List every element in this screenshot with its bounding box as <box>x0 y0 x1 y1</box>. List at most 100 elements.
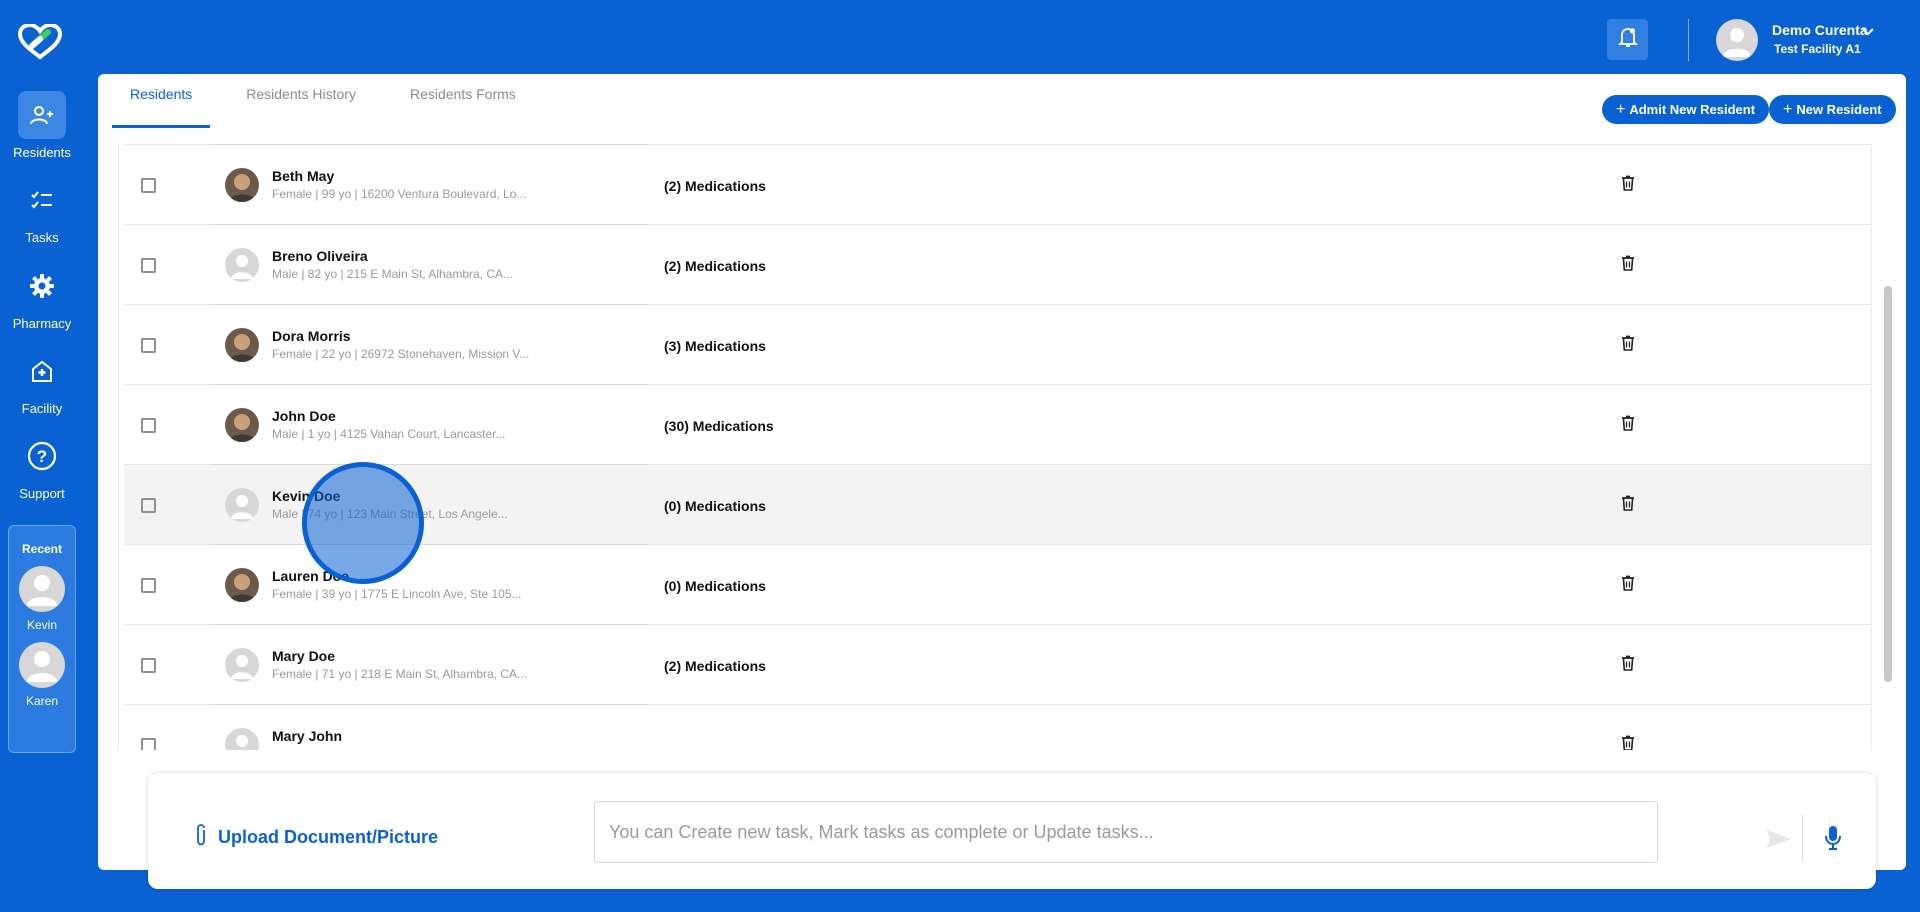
row-checkbox[interactable] <box>141 178 156 193</box>
upload-label: Upload Document/Picture <box>218 827 439 847</box>
recent-person-name: Kevin <box>26 618 58 632</box>
residents-icon <box>18 91 66 139</box>
chat-divider <box>1802 815 1803 861</box>
resident-avatar <box>225 328 259 362</box>
resident-name[interactable]: Kevin Doe <box>272 488 340 504</box>
scrollbar[interactable] <box>1884 286 1892 682</box>
table-row[interactable]: Mary Doe Female | 71 yo | 218 E Main St, … <box>124 624 1871 705</box>
resident-details: Female | 22 yo | 26972 Stonehaven, Missi… <box>272 347 530 361</box>
nav-label: Facility <box>21 401 63 416</box>
recent-person-karen[interactable]: Karen <box>9 642 75 708</box>
trash-icon[interactable] <box>1621 335 1639 355</box>
upload-button[interactable]: Upload Document/Picture <box>194 823 438 852</box>
nav-item-pharmacy[interactable]: Pharmacy <box>0 262 84 331</box>
button-label: New Resident <box>1796 102 1882 117</box>
nav-item-residents[interactable]: Residents <box>0 91 84 160</box>
plus-icon: + <box>1783 100 1793 118</box>
nav-item-facility[interactable]: Facility <box>0 347 84 416</box>
trash-icon[interactable] <box>1621 655 1639 675</box>
resident-details: Male | 82 yo | 215 E Main St, Alhambra, … <box>272 267 514 281</box>
nav-label: Pharmacy <box>12 316 72 331</box>
new-resident-button[interactable]: + New Resident <box>1769 95 1896 124</box>
medications-count[interactable]: (3) Medications <box>664 338 766 354</box>
tab-residents[interactable]: Residents <box>112 74 211 132</box>
tasks-icon <box>18 176 66 224</box>
residents-table: Beth May Female | 99 yo | 16200 Ventura B… <box>118 144 1872 750</box>
chat-bar: Upload Document/Picture <box>148 773 1876 889</box>
recent-person-kevin[interactable]: Kevin <box>9 566 75 632</box>
chevron-down-icon[interactable] <box>1862 24 1874 42</box>
user-name[interactable]: Demo Curenta <box>1772 22 1868 38</box>
side-nav: Residents Tasks Pharmacy Facility ? Supp… <box>0 0 84 912</box>
resident-details: Female | 99 yo | 16200 Ventura Boulevard… <box>272 187 527 201</box>
row-checkbox[interactable] <box>141 658 156 673</box>
column-divider <box>210 544 648 545</box>
column-divider <box>210 704 648 705</box>
table-row[interactable]: Lauren Doe Female | 39 yo | 1775 E Lincol… <box>124 544 1871 625</box>
resident-avatar <box>225 728 259 750</box>
table-row[interactable]: Mary John <box>124 704 1871 750</box>
facility-icon <box>18 347 66 395</box>
medications-count[interactable]: (0) Medications <box>664 498 766 514</box>
column-divider <box>210 224 648 225</box>
row-checkbox[interactable] <box>141 258 156 273</box>
tab-bar: Residents Residents History Residents Fo… <box>112 74 552 132</box>
trash-icon[interactable] <box>1621 175 1639 195</box>
chat-input[interactable] <box>594 801 1658 863</box>
resident-name[interactable]: Breno Oliveira <box>272 248 368 264</box>
medications-count[interactable]: (30) Medications <box>664 418 774 434</box>
resident-avatar <box>225 248 259 282</box>
header-divider <box>1688 19 1689 61</box>
column-divider <box>210 624 648 625</box>
avatar <box>19 566 65 612</box>
resident-name[interactable]: Mary Doe <box>272 648 335 664</box>
table-row[interactable]: Beth May Female | 99 yo | 16200 Ventura B… <box>124 144 1871 225</box>
medications-count[interactable]: (2) Medications <box>664 258 766 274</box>
row-checkbox[interactable] <box>141 498 156 513</box>
help-icon: ? <box>18 432 66 480</box>
table-row[interactable]: Kevin Doe Male | 74 yo | 123 Main Street,… <box>124 464 1871 545</box>
column-divider <box>210 464 648 465</box>
bell-icon <box>1617 26 1638 53</box>
row-checkbox[interactable] <box>141 338 156 353</box>
nav-item-tasks[interactable]: Tasks <box>0 176 84 245</box>
column-divider <box>210 144 648 145</box>
nav-label: Tasks <box>25 230 59 245</box>
nav-item-support[interactable]: ? Support <box>0 432 84 501</box>
trash-icon[interactable] <box>1621 735 1639 750</box>
medications-count[interactable]: (0) Medications <box>664 578 766 594</box>
row-checkbox[interactable] <box>141 418 156 433</box>
medications-count[interactable]: (2) Medications <box>664 178 766 194</box>
resident-name[interactable]: Lauren Doe <box>272 568 349 584</box>
tab-residents-forms[interactable]: Residents Forms <box>392 74 534 132</box>
app-logo-icon[interactable] <box>17 22 66 64</box>
trash-icon[interactable] <box>1621 255 1639 275</box>
resident-avatar <box>225 568 259 602</box>
trash-icon[interactable] <box>1621 575 1639 595</box>
table-row[interactable]: John Doe Male | 1 yo | 4125 Vahan Court, … <box>124 384 1871 465</box>
tab-residents-history[interactable]: Residents History <box>228 74 374 132</box>
resident-details: Male | 1 yo | 4125 Vahan Court, Lancaste… <box>272 427 506 441</box>
resident-name[interactable]: Dora Morris <box>272 328 351 344</box>
table-row[interactable]: Breno Oliveira Male | 82 yo | 215 E Main … <box>124 224 1871 305</box>
row-checkbox[interactable] <box>141 738 156 750</box>
resident-avatar <box>225 408 259 442</box>
resident-avatar <box>225 488 259 522</box>
recent-panel: Recent Kevin Karen <box>8 525 76 753</box>
resident-name[interactable]: Beth May <box>272 168 334 184</box>
table-row[interactable]: Dora Morris Female | 22 yo | 26972 Stoneh… <box>124 304 1871 385</box>
trash-icon[interactable] <box>1621 495 1639 515</box>
notifications-button[interactable] <box>1607 19 1648 60</box>
microphone-icon[interactable] <box>1824 825 1842 856</box>
user-avatar[interactable] <box>1716 19 1758 61</box>
medications-count[interactable]: (2) Medications <box>664 658 766 674</box>
resident-details: Female | 71 yo | 218 E Main St, Alhambra… <box>272 667 528 681</box>
resident-name[interactable]: John Doe <box>272 408 336 424</box>
row-checkbox[interactable] <box>141 578 156 593</box>
resident-name[interactable]: Mary John <box>272 728 342 744</box>
trash-icon[interactable] <box>1621 415 1639 435</box>
resident-details: Female | 39 yo | 1775 E Lincoln Ave, Ste… <box>272 587 522 601</box>
admit-new-resident-button[interactable]: + Admit New Resident <box>1602 95 1770 124</box>
gear-icon <box>18 262 66 310</box>
send-icon[interactable] <box>1766 829 1792 854</box>
